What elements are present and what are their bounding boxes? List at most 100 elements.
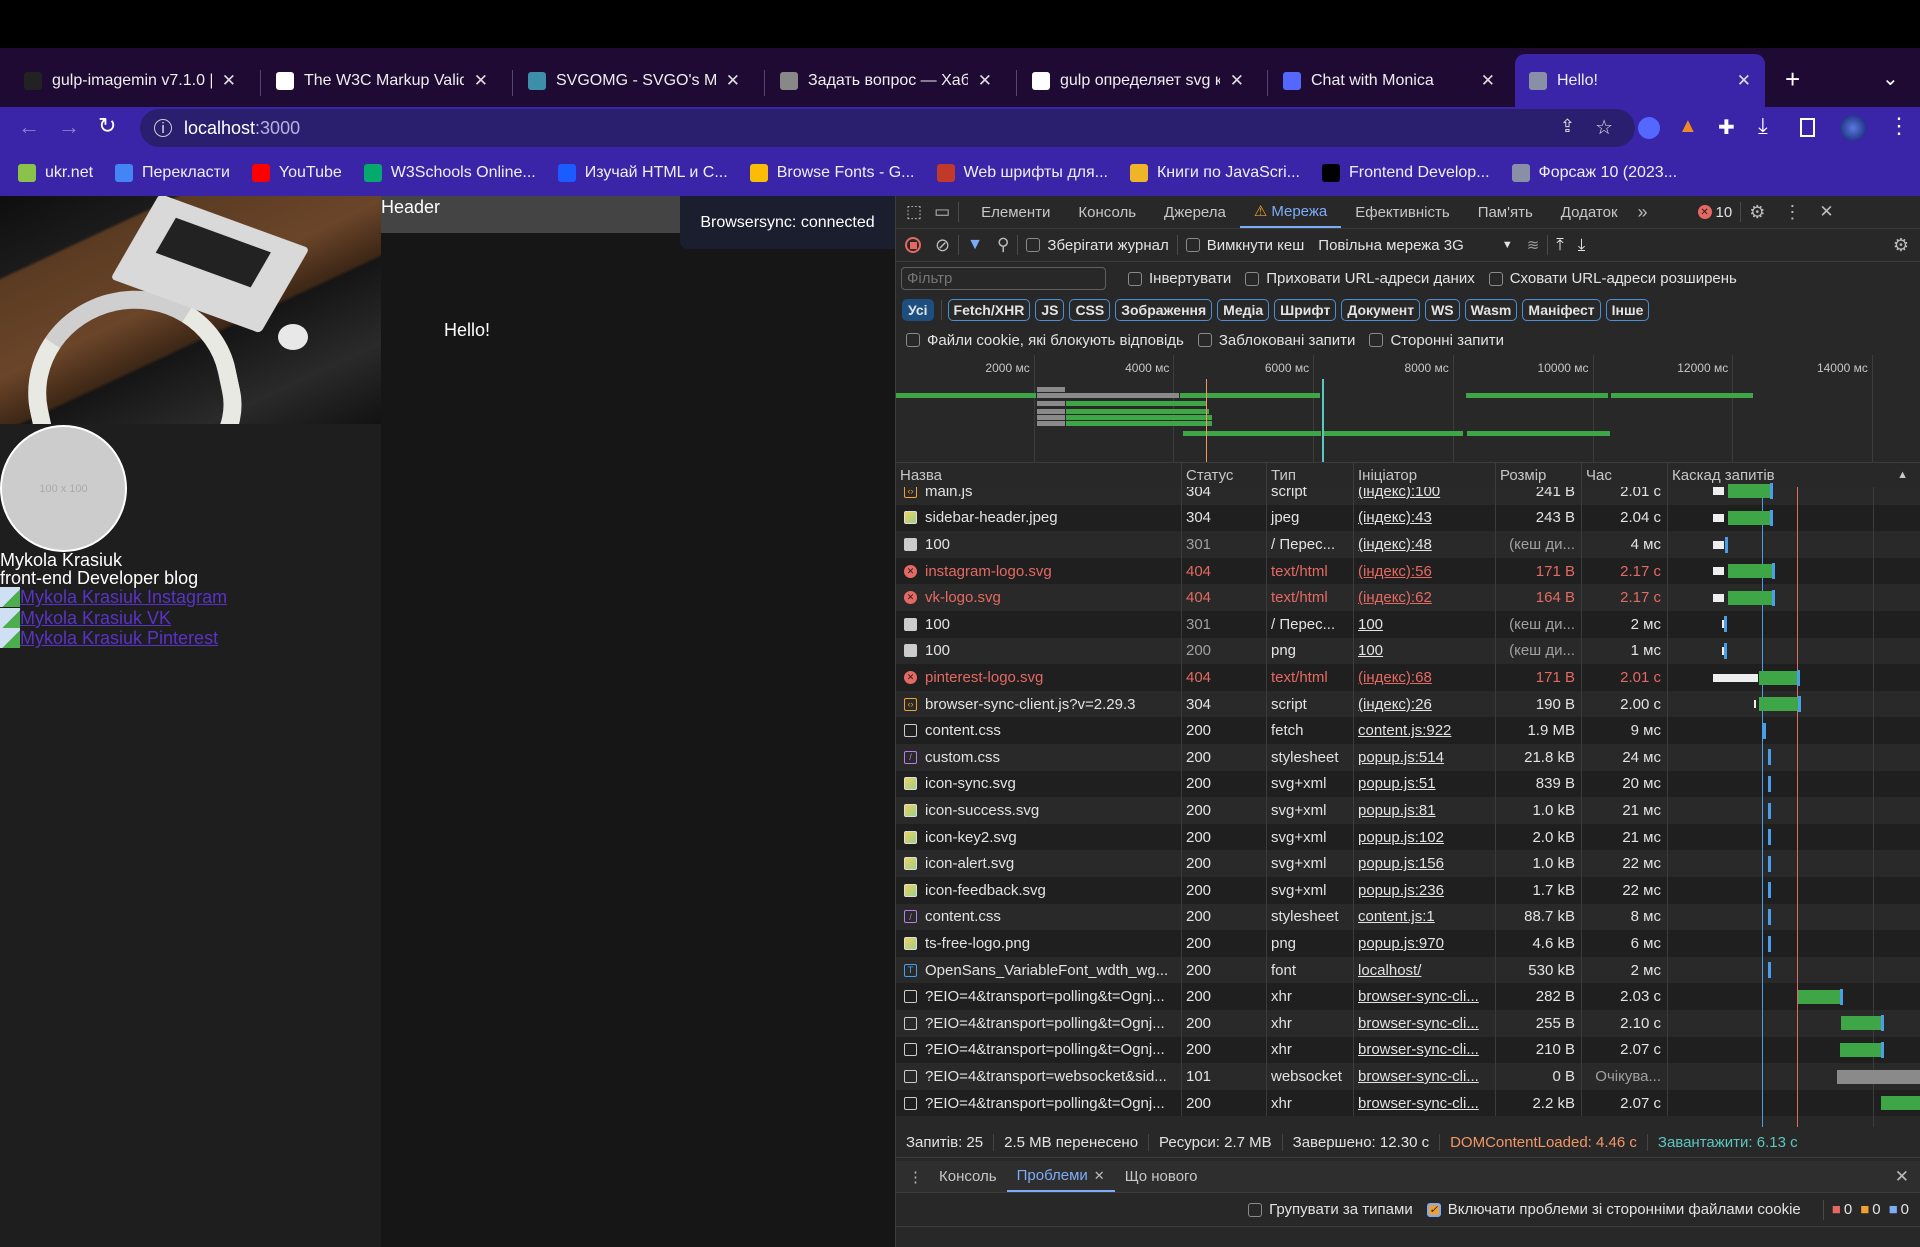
cell-initiator[interactable]: browser-sync-cli... (1354, 1089, 1496, 1117)
request-row[interactable]: ?EIO=4&transport=polling&t=Ognj... 200 xhr… (896, 1010, 1920, 1037)
browser-tab[interactable]: Задать вопрос — Хабр ✕ (766, 54, 1006, 107)
blocked-cookies-checkbox[interactable]: Файли cookie, які блокують відповідь (906, 332, 1184, 349)
cell-name[interactable]: ts-free-logo.png (896, 930, 1182, 957)
type-filter-chip[interactable]: Медіа (1217, 299, 1270, 321)
close-tab-icon[interactable]: ✕ (1230, 71, 1244, 91)
cell-name[interactable]: ‹› browser-sync-client.js?v=2.29.3 (896, 690, 1182, 718)
cell-initiator[interactable]: (індекс):68 (1354, 664, 1496, 691)
browser-tab[interactable]: gulp-imagemin v7.1.0 | ✕ (10, 54, 250, 107)
devtools-tab[interactable]: Пам'ять (1464, 196, 1547, 228)
new-tab-button[interactable]: + (1785, 64, 1800, 95)
type-filter-chip[interactable]: Маніфест (1522, 299, 1601, 321)
preserve-log-checkbox[interactable]: Зберігати журнал (1026, 237, 1169, 254)
share-icon[interactable]: ⇪ (1560, 116, 1575, 137)
type-filter-chip[interactable]: Документ (1341, 299, 1421, 321)
type-filter-chip[interactable]: JS (1035, 299, 1065, 321)
close-tab-icon[interactable]: ✕ (474, 71, 488, 91)
vk-link[interactable]: Mykola Krasiuk VK (0, 607, 227, 629)
clear-icon[interactable]: ⊘ (935, 235, 950, 256)
profile-avatar[interactable] (1840, 115, 1866, 141)
export-har-icon[interactable]: ⤓ (1578, 235, 1586, 255)
site-info-icon[interactable]: i (154, 119, 172, 137)
request-row[interactable]: ?EIO=4&transport=polling&t=Ognj... 200 xhr… (896, 983, 1920, 1010)
side-panel-icon[interactable] (1800, 118, 1815, 137)
cell-initiator[interactable]: (індекс):43 (1354, 504, 1496, 532)
address-bar[interactable]: i localhost:3000 ⇪ ☆ (140, 109, 1635, 147)
close-tab-icon[interactable]: ✕ (1737, 71, 1751, 91)
cell-initiator[interactable]: content.js:922 (1354, 717, 1496, 744)
request-row[interactable]: 100 301/ Перес... (індекс):48 (кеш ди... 4 м… (896, 531, 1920, 558)
request-row[interactable]: ?EIO=4&transport=polling&t=Ognj... 200 xhr… (896, 1036, 1920, 1064)
group-by-kind-checkbox[interactable]: Групувати за типами (1248, 1201, 1413, 1218)
blocked-requests-checkbox[interactable]: Заблоковані запити (1197, 332, 1355, 349)
cell-initiator[interactable]: browser-sync-cli... (1354, 1036, 1496, 1064)
request-row[interactable]: T OpenSans_VariableFont_wdth_wg... 200 font… (896, 956, 1920, 984)
bookmark-item[interactable]: ukr.net (18, 163, 93, 182)
bookmark-item[interactable]: YouTube (251, 163, 342, 182)
cell-name[interactable]: ?EIO=4&transport=polling&t=Ognj... (896, 1089, 1182, 1117)
filter-icon[interactable]: ▼ (967, 236, 983, 254)
devtools-tab[interactable]: Джерела (1150, 196, 1240, 228)
devtools-tab[interactable]: Ефективність (1341, 196, 1463, 228)
tab-list-chevron-icon[interactable]: ⌄ (1882, 66, 1899, 91)
type-filter-chip[interactable]: Wasm (1464, 299, 1518, 321)
request-row[interactable]: icon-alert.svg 200 svg+xml popup.js:156 1.0 … (896, 850, 1920, 877)
network-overview-timeline[interactable]: 2000 мс 4000 мс 6000 мс 8000 мс 10000 мс 1200… (896, 355, 1920, 463)
back-icon[interactable]: ← (18, 114, 40, 140)
monica-extension-icon[interactable] (1638, 117, 1660, 139)
cell-name[interactable]: icon-alert.svg (896, 850, 1182, 877)
column-header[interactable]: Розмір (1496, 463, 1582, 487)
close-devtools-icon[interactable]: ✕ (1819, 202, 1833, 222)
cell-initiator[interactable]: (індекс):26 (1354, 690, 1496, 718)
browser-tab[interactable]: Hello! ✕ (1515, 54, 1765, 107)
column-header[interactable]: Тип (1267, 463, 1354, 487)
invert-checkbox[interactable]: Інвертувати (1128, 270, 1231, 287)
type-filter-chip[interactable]: Усі (902, 299, 934, 321)
bookmark-item[interactable]: Форсаж 10 (2023... (1511, 163, 1677, 182)
forward-icon[interactable]: → (58, 114, 80, 140)
type-filter-chip[interactable]: WS (1425, 299, 1460, 321)
bookmark-item[interactable]: Изучай HTML и С... (557, 163, 728, 182)
cell-name[interactable]: ?EIO=4&transport=polling&t=Ognj... (896, 1036, 1182, 1064)
drawer-menu-icon[interactable]: ⋮ (908, 1168, 923, 1186)
device-toolbar-icon[interactable]: ▭ (934, 202, 950, 222)
close-tab-icon[interactable]: ✕ (1094, 1168, 1105, 1184)
pinterest-link[interactable]: Mykola Krasiuk Pinterest (0, 628, 227, 649)
devtools-tab[interactable]: Додаток (1547, 196, 1632, 228)
drawer-tab[interactable]: Що нового (1115, 1161, 1208, 1192)
hide-extension-urls-checkbox[interactable]: Сховати URL-адреси розширень (1488, 270, 1737, 287)
bookmark-item[interactable]: Перекласти (115, 163, 230, 182)
cell-initiator[interactable]: popup.js:81 (1354, 797, 1496, 824)
cell-name[interactable]: / custom.css (896, 744, 1182, 771)
column-header[interactable]: Назва (896, 463, 1182, 487)
column-header[interactable]: Каскад запитів ▲ (1668, 463, 1920, 487)
request-row[interactable]: content.css 200 fetch content.js:922 1.9 MB 9… (896, 717, 1920, 744)
close-tab-icon[interactable]: ✕ (978, 71, 992, 91)
vlc-extension-icon[interactable]: ▲ (1678, 115, 1698, 138)
devtools-tab[interactable]: ⚠ Мережа (1239, 196, 1342, 228)
cell-initiator[interactable]: browser-sync-cli... (1354, 1010, 1496, 1037)
request-row[interactable]: ?EIO=4&transport=polling&t=Ognj... 200 xhr… (896, 1089, 1920, 1117)
include-third-party-checkbox[interactable]: ✓ Включати проблеми зі сторонніми файлами… (1426, 1201, 1801, 1218)
request-row[interactable]: icon-success.svg 200 svg+xml popup.js:81 1.0… (896, 797, 1920, 824)
download-icon[interactable]: ⤓ (1758, 113, 1768, 139)
throttling-select[interactable]: Повільна мережа 3G ▼ (1318, 237, 1512, 254)
network-settings-icon[interactable]: ⚙ (1893, 235, 1909, 256)
cell-name[interactable]: ?EIO=4&transport=websocket&sid... (896, 1063, 1182, 1090)
cell-name[interactable]: 100 (896, 637, 1182, 665)
search-icon[interactable]: ⚲ (997, 235, 1009, 255)
close-tab-icon[interactable]: ✕ (726, 71, 740, 91)
cell-initiator[interactable]: popup.js:236 (1354, 877, 1496, 904)
cell-initiator[interactable]: (індекс):48 (1354, 531, 1496, 558)
import-har-icon[interactable]: ⤒ (1556, 235, 1564, 255)
browser-tab[interactable]: SVGOMG - SVGO's Mi ✕ (514, 54, 754, 107)
cell-initiator[interactable]: browser-sync-cli... (1354, 1063, 1496, 1090)
type-filter-chip[interactable]: Зображення (1115, 299, 1213, 321)
browser-tab[interactable]: The W3C Markup Valid ✕ (262, 54, 502, 107)
cell-name[interactable]: icon-feedback.svg (896, 877, 1182, 904)
hide-data-urls-checkbox[interactable]: Приховати URL-адреси даних (1245, 270, 1475, 287)
cell-name[interactable]: icon-sync.svg (896, 770, 1182, 798)
cell-initiator[interactable]: popup.js:970 (1354, 930, 1496, 957)
error-counter[interactable]: ✕ 10 (1697, 204, 1732, 221)
inspect-element-icon[interactable]: ⬚ (906, 202, 922, 222)
